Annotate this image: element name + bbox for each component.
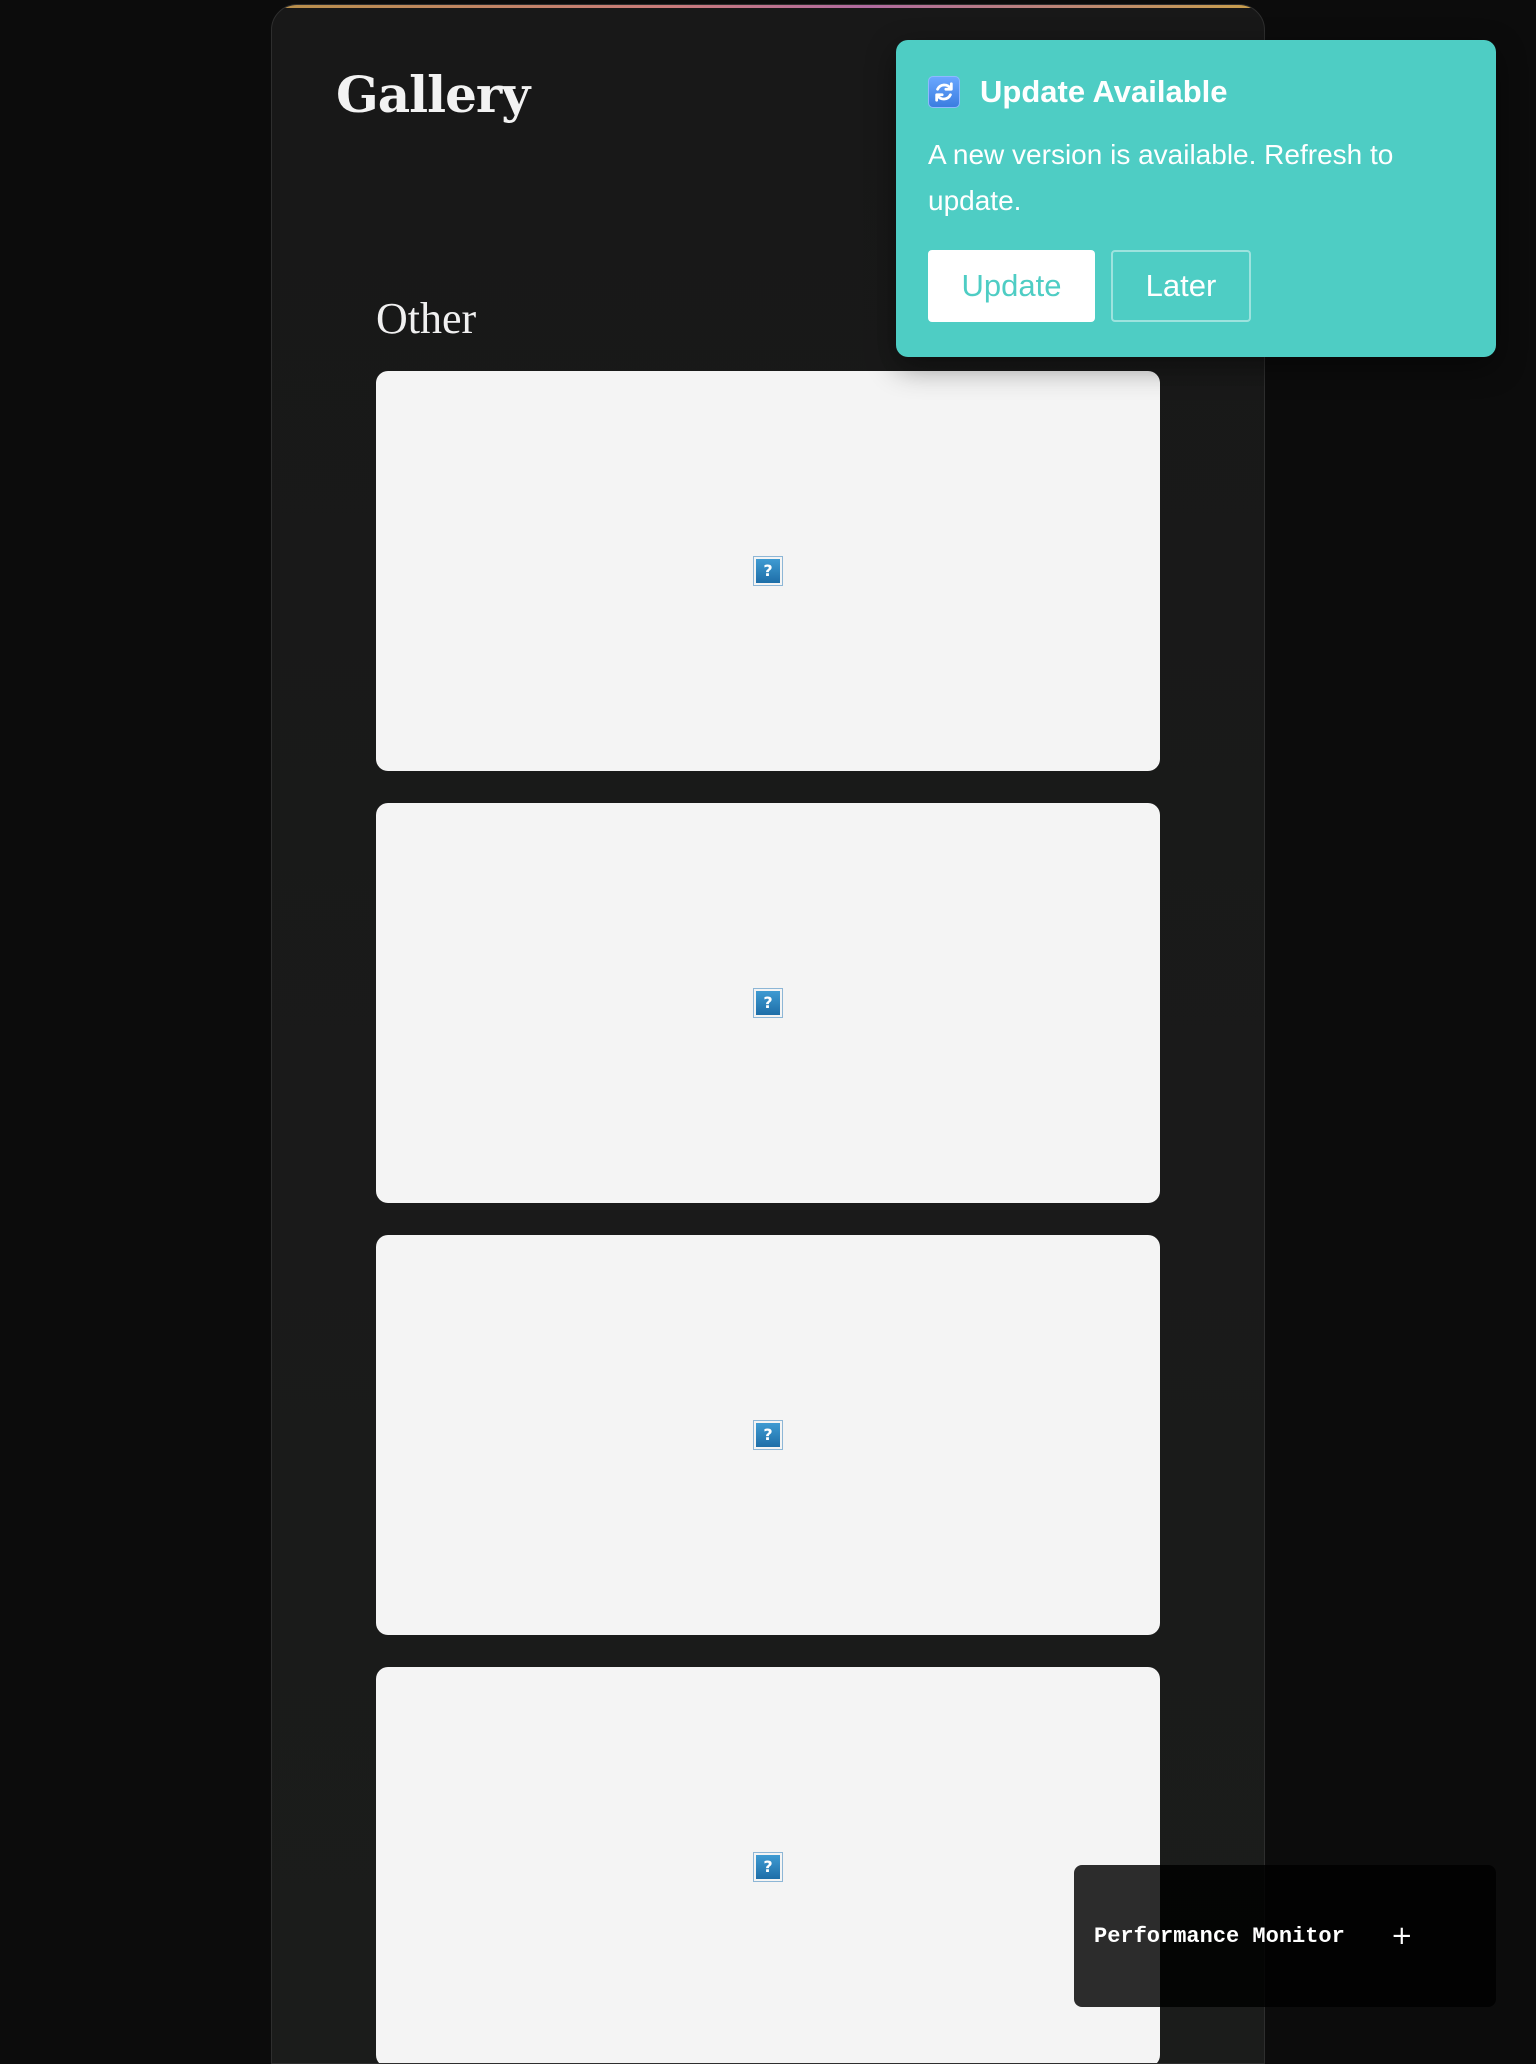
gallery-card[interactable]: ? <box>376 803 1160 1203</box>
toast-actions: Update Later <box>928 250 1464 322</box>
broken-image-icon: ? <box>753 556 783 586</box>
broken-image-glyph: ? <box>756 1855 780 1879</box>
later-button[interactable]: Later <box>1111 250 1251 322</box>
page-title: Gallery <box>336 65 530 124</box>
gallery-card[interactable]: ? <box>376 1235 1160 1635</box>
expand-toggle-icon[interactable]: + <box>1391 1921 1413 1951</box>
broken-image-icon: ? <box>753 1852 783 1882</box>
broken-image-glyph: ? <box>756 991 780 1015</box>
refresh-icon <box>928 76 960 108</box>
broken-image-icon: ? <box>753 1420 783 1450</box>
gallery-card[interactable]: ? <box>376 1667 1160 2063</box>
accent-bar <box>272 5 1264 8</box>
performance-monitor-panel: Performance Monitor + <box>1074 1865 1496 2007</box>
broken-image-glyph: ? <box>756 559 780 583</box>
broken-image-glyph: ? <box>756 1423 780 1447</box>
toast-header: Update Available <box>928 74 1464 110</box>
gallery-card[interactable]: ? <box>376 371 1160 771</box>
performance-monitor-title: Performance Monitor <box>1094 1923 1345 1949</box>
broken-image-icon: ? <box>753 988 783 1018</box>
update-button[interactable]: Update <box>928 250 1095 322</box>
toast-title: Update Available <box>980 74 1228 109</box>
refresh-icon-svg <box>935 82 953 102</box>
section-heading: Other <box>376 294 477 343</box>
toast-message: A new version is available. Refresh to u… <box>928 139 1394 216</box>
update-toast: Update Available A new version is availa… <box>896 40 1496 357</box>
